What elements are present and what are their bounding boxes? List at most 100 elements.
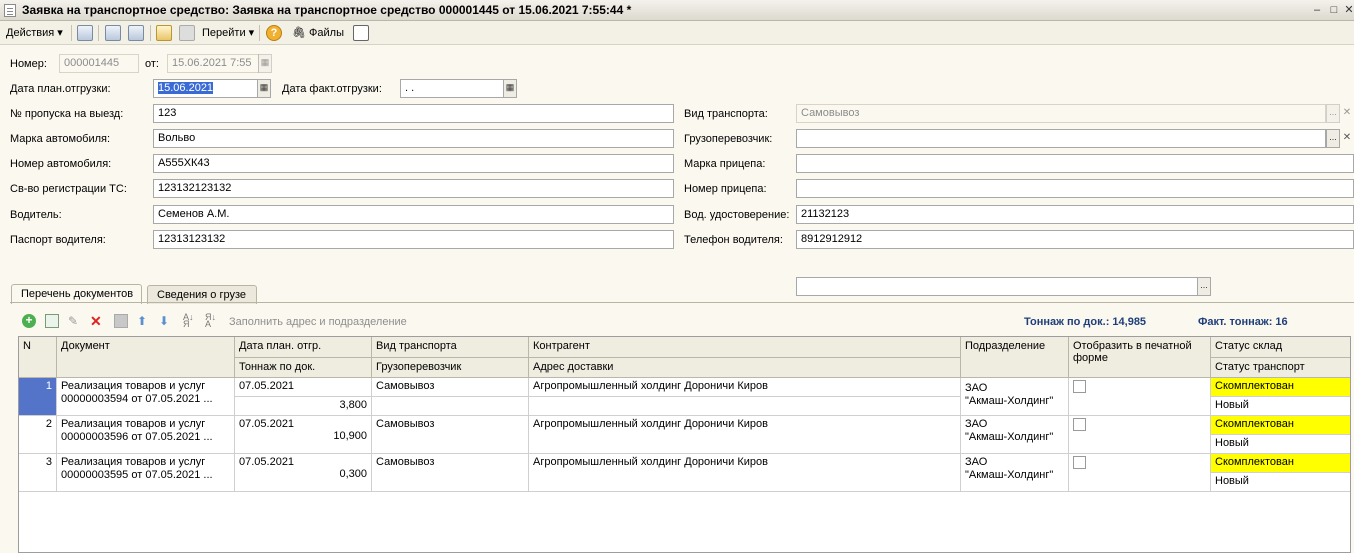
row-document[interactable]: Реализация товаров и услуг 00000003595 от… bbox=[57, 454, 235, 492]
row-address[interactable] bbox=[529, 397, 961, 416]
col-division[interactable]: Подразделение bbox=[961, 337, 1069, 378]
col-plan-date[interactable]: Дата план. отгр. bbox=[235, 337, 372, 358]
row-document[interactable]: Реализация товаров и услуг 00000003596 от… bbox=[57, 416, 235, 454]
row-counterparty[interactable]: Агропромышленный холдинг Дороничи Киров bbox=[529, 378, 961, 397]
ellipsis-icon[interactable]: ... bbox=[1326, 129, 1340, 148]
actions-menu[interactable]: Действия ▾ bbox=[6, 26, 63, 39]
number-field[interactable]: 000001445 bbox=[59, 54, 139, 73]
post-document-icon[interactable] bbox=[156, 25, 172, 41]
carrier-field[interactable] bbox=[796, 129, 1326, 148]
sort-desc-icon[interactable]: Я↓ A bbox=[205, 313, 219, 329]
col-counterparty[interactable]: Контрагент bbox=[529, 337, 961, 358]
add-row-icon[interactable]: + bbox=[22, 314, 36, 328]
clear-icon[interactable]: ✕ bbox=[1340, 104, 1354, 123]
comment-field[interactable] bbox=[796, 277, 1198, 296]
license-field[interactable]: 21132123 bbox=[796, 205, 1354, 224]
tab-documents[interactable]: Перечень документов bbox=[11, 284, 142, 304]
row-number[interactable]: 1 bbox=[19, 378, 57, 416]
col-document[interactable]: Документ bbox=[57, 337, 235, 378]
end-edit-icon[interactable] bbox=[114, 314, 128, 328]
fact-date-field[interactable]: . . bbox=[400, 79, 504, 98]
col-n[interactable]: N bbox=[19, 337, 57, 378]
refresh-icon[interactable] bbox=[128, 25, 144, 41]
plan-date-value: 07.05.2021 bbox=[239, 456, 295, 468]
delete-icon[interactable]: ✕ bbox=[90, 314, 104, 328]
report-icon[interactable] bbox=[353, 25, 369, 41]
row-division[interactable]: ЗАО "Акмаш-Холдинг" bbox=[961, 378, 1069, 416]
col-carrier[interactable]: Грузоперевозчик bbox=[372, 358, 529, 378]
copy-row-icon[interactable] bbox=[45, 314, 59, 328]
calendar-icon[interactable]: ▦ bbox=[257, 79, 271, 98]
row-transport-status[interactable]: Новый bbox=[1211, 473, 1350, 492]
minimize-icon[interactable]: – bbox=[1309, 3, 1325, 17]
ellipsis-icon[interactable]: ... bbox=[1326, 104, 1340, 123]
move-up-icon[interactable]: ⬆ bbox=[137, 314, 151, 328]
phone-field[interactable]: 8912912912 bbox=[796, 230, 1354, 249]
row-counterparty[interactable]: Агропромышленный холдинг Дороничи Киров bbox=[529, 416, 961, 454]
maximize-icon[interactable]: □ bbox=[1326, 3, 1342, 17]
sort-asc-icon[interactable]: A↓ Я bbox=[183, 313, 197, 329]
col-transport-status[interactable]: Статус транспорт bbox=[1211, 358, 1350, 378]
col-tonnage[interactable]: Тоннаж по док. bbox=[235, 358, 372, 378]
tonnage-doc-label: Тоннаж по док.: 14,985 bbox=[1024, 316, 1147, 328]
row-document[interactable]: Реализация товаров и услуг 00000003594 от… bbox=[57, 378, 235, 416]
carrier-label: Грузоперевозчик: bbox=[684, 133, 773, 145]
car-brand-field[interactable]: Вольво bbox=[153, 129, 674, 148]
driver-field[interactable]: Семенов А.М. bbox=[153, 205, 674, 224]
col-print[interactable]: Отобразить в печатной форме bbox=[1069, 337, 1211, 378]
close-icon[interactable]: ✕ bbox=[1341, 3, 1354, 17]
phone-label: Телефон водителя: bbox=[684, 234, 783, 246]
row-transport[interactable]: Самовывоз bbox=[372, 378, 529, 397]
row-counterparty[interactable]: Агропромышленный холдинг Дороничи Киров bbox=[529, 454, 961, 492]
row-warehouse-status[interactable]: Скомплектован bbox=[1211, 454, 1350, 473]
passport-field[interactable]: 12313123132 bbox=[153, 230, 674, 249]
calendar-icon[interactable]: ▦ bbox=[258, 54, 272, 73]
division-line: "Акмаш-Холдинг" bbox=[965, 395, 1054, 407]
edit-icon[interactable]: ✎ bbox=[68, 314, 82, 328]
col-transport[interactable]: Вид транспорта bbox=[372, 337, 529, 358]
row-division[interactable]: ЗАО "Акмаш-Холдинг" bbox=[961, 416, 1069, 454]
goto-menu[interactable]: Перейти ▾ bbox=[202, 26, 254, 39]
car-brand-label: Марка автомобиля: bbox=[10, 133, 111, 145]
row-plan-date[interactable]: 07.05.2021 bbox=[235, 378, 372, 397]
print-checkbox[interactable] bbox=[1073, 418, 1086, 431]
fact-date-label: Дата факт.отгрузки: bbox=[282, 83, 382, 95]
row-transport-status[interactable]: Новый bbox=[1211, 397, 1350, 416]
files-button[interactable]: 🖇 Файлы bbox=[292, 26, 344, 39]
paperclip-icon: 🖇 bbox=[292, 27, 306, 39]
row-number[interactable]: 3 bbox=[19, 454, 57, 492]
write-icon[interactable] bbox=[105, 25, 121, 41]
col-warehouse-status[interactable]: Статус склад bbox=[1211, 337, 1350, 358]
save-close-icon[interactable] bbox=[77, 25, 93, 41]
plan-date-field[interactable]: 15.06.2021 bbox=[153, 79, 258, 98]
row-division[interactable]: ЗАО "Акмаш-Холдинг" bbox=[961, 454, 1069, 492]
fill-address-button[interactable]: Заполнить адрес и подразделение bbox=[229, 316, 407, 328]
row-number[interactable]: 2 bbox=[19, 416, 57, 454]
print-checkbox[interactable] bbox=[1073, 380, 1086, 393]
car-number-field[interactable]: А555ХК43 bbox=[153, 154, 674, 173]
row-plan-date[interactable]: 07.05.2021 10,900 bbox=[235, 416, 372, 454]
reg-field[interactable]: 123132123132 bbox=[153, 179, 674, 198]
print-checkbox[interactable] bbox=[1073, 456, 1086, 469]
calendar-icon[interactable]: ▦ bbox=[503, 79, 517, 98]
pass-field[interactable]: 123 bbox=[153, 104, 674, 123]
row-warehouse-status[interactable]: Скомплектован bbox=[1211, 416, 1350, 435]
trailer-brand-field[interactable] bbox=[796, 154, 1354, 173]
row-transport[interactable]: Самовывоз bbox=[372, 416, 529, 454]
transport-type-field[interactable]: Самовывоз bbox=[796, 104, 1326, 123]
ellipsis-icon[interactable]: ... bbox=[1197, 277, 1211, 296]
row-carrier[interactable] bbox=[372, 397, 529, 416]
help-icon[interactable]: ? bbox=[266, 25, 282, 41]
row-transport[interactable]: Самовывоз bbox=[372, 454, 529, 492]
trailer-number-field[interactable] bbox=[796, 179, 1354, 198]
clear-icon[interactable]: ✕ bbox=[1340, 129, 1354, 148]
unpost-document-icon[interactable] bbox=[179, 25, 195, 41]
row-warehouse-status[interactable]: Скомплектован bbox=[1211, 378, 1350, 397]
move-down-icon[interactable]: ⬇ bbox=[159, 314, 173, 328]
from-date-field[interactable]: 15.06.2021 7:55 bbox=[167, 54, 259, 73]
division-line: "Акмаш-Холдинг" bbox=[965, 469, 1054, 481]
col-address[interactable]: Адрес доставки bbox=[529, 358, 961, 378]
row-plan-date[interactable]: 07.05.2021 0,300 bbox=[235, 454, 372, 492]
row-tonnage[interactable]: 3,800 bbox=[235, 397, 372, 416]
row-transport-status[interactable]: Новый bbox=[1211, 435, 1350, 454]
